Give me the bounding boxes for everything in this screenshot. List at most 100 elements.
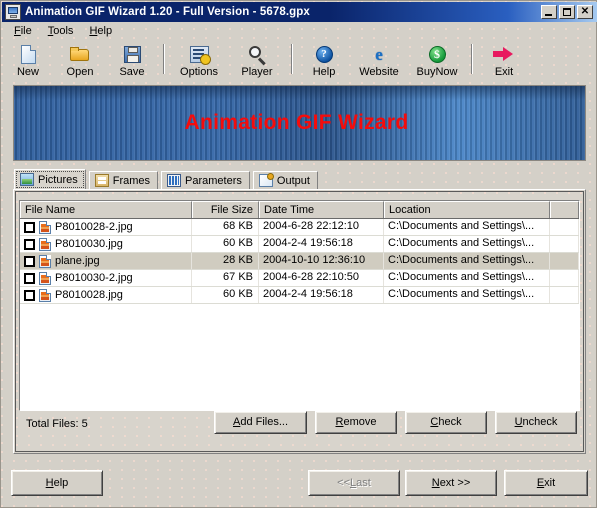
exit-mnemonic: E [536, 476, 545, 489]
cell-file-size: 67 KB [192, 270, 259, 286]
check-mnemonic: C [430, 416, 439, 428]
cell-spacer [550, 253, 579, 269]
toolbar-label-help: Help [312, 66, 336, 78]
pictures-image-icon [20, 173, 34, 186]
cell-location: C:\Documents and Settings\... [384, 236, 550, 252]
new-document-icon [16, 43, 40, 65]
toolbar-label-player: Player [241, 66, 273, 78]
table-row[interactable]: P8010028-2.jpg 68 KB 2004-6-28 22:12:10 … [20, 219, 579, 236]
table-row[interactable]: P8010030-2.jpg 67 KB 2004-6-28 22:10:50 … [20, 270, 579, 287]
file-list[interactable]: File Name File Size Date Time Location P… [19, 200, 580, 411]
tab-frames[interactable]: Frames [88, 171, 159, 190]
cell-location: C:\Documents and Settings\... [384, 287, 550, 303]
tab-output[interactable]: Output [252, 171, 318, 190]
table-row[interactable]: P8010030.jpg 60 KB 2004-2-4 19:56:18 C:\… [20, 236, 579, 253]
options-gear-icon [187, 43, 211, 65]
file-name-text: P8010030.jpg [55, 237, 123, 250]
maximize-button[interactable] [559, 5, 575, 19]
cell-location: C:\Documents and Settings\... [384, 270, 550, 286]
toolbar-label-open: Open [66, 66, 94, 78]
toolbar-button-buynow[interactable]: $ BuyNow [408, 40, 466, 78]
frames-film-icon [94, 174, 109, 187]
cell-file-size: 60 KB [192, 287, 259, 303]
cell-spacer [550, 270, 579, 286]
column-header-date-time[interactable]: Date Time [259, 201, 384, 218]
toolbar-label-exit: Exit [494, 66, 514, 78]
toolbar-button-save[interactable]: Save [106, 40, 158, 78]
file-name-text: P8010028.jpg [55, 288, 123, 301]
file-name-text: P8010028-2.jpg [55, 220, 133, 233]
row-checkbox[interactable] [24, 255, 35, 267]
toolbar-button-exit[interactable]: Exit [478, 40, 530, 78]
file-action-buttons: Add Files... Remove Check Uncheck [214, 411, 577, 434]
column-header-file-size[interactable]: File Size [192, 201, 259, 218]
toolbar-button-options[interactable]: Options [170, 40, 228, 78]
column-header-file-name[interactable]: File Name [20, 201, 192, 218]
image-file-icon [39, 271, 51, 285]
tab-parameters[interactable]: Parameters [161, 171, 250, 190]
row-checkbox[interactable] [24, 289, 35, 301]
toolbar-label-options: Options [180, 66, 218, 78]
toolbar-button-new[interactable]: New [2, 40, 54, 78]
row-checkbox[interactable] [24, 221, 35, 233]
cell-file-name: P8010028.jpg [20, 287, 192, 303]
toolbar-separator-2 [291, 44, 293, 74]
image-file-icon [39, 237, 51, 251]
toolbar-button-help[interactable]: ? Help [298, 40, 350, 78]
monitor-icon [5, 4, 21, 20]
cell-date-time: 2004-10-10 12:36:10 [259, 253, 384, 269]
check-button[interactable]: Check [405, 411, 487, 434]
image-file-icon [39, 220, 51, 234]
file-name-text: P8010030-2.jpg [55, 271, 133, 284]
remove-label: emove [343, 416, 377, 428]
remove-button[interactable]: Remove [315, 411, 397, 434]
row-checkbox[interactable] [24, 272, 35, 284]
toolbar-button-website[interactable]: e Website [350, 40, 408, 79]
menu-help[interactable]: Help [81, 24, 120, 38]
pictures-panel-inner: File Name File Size Date Time Location P… [15, 191, 584, 452]
cell-date-time: 2004-2-4 19:56:18 [259, 287, 384, 303]
output-page-icon [258, 173, 274, 187]
cell-file-name: plane.jpg [20, 253, 192, 269]
toolbar: New Open Save Options Player ? Help e We… [2, 40, 597, 82]
close-button[interactable]: ✕ [577, 5, 593, 19]
image-file-icon [39, 254, 51, 268]
toolbar-button-player[interactable]: Player [228, 40, 286, 78]
window-controls: ✕ [541, 5, 593, 19]
help-question-icon: ? [312, 43, 336, 65]
toolbar-button-open[interactable]: Open [54, 40, 106, 78]
column-header-location[interactable]: Location [384, 201, 550, 218]
banner: Animation GIF Wizard [13, 85, 586, 161]
last-label: ast [356, 476, 371, 489]
table-row[interactable]: P8010028.jpg 60 KB 2004-2-4 19:56:18 C:\… [20, 287, 579, 304]
file-list-body: P8010028-2.jpg 68 KB 2004-6-28 22:12:10 … [20, 219, 579, 304]
help-button[interactable]: Help [11, 470, 103, 496]
column-header-spacer[interactable] [550, 201, 579, 218]
menu-bar: File Tools Help [2, 22, 597, 40]
menu-file[interactable]: File [6, 24, 40, 38]
minimize-button[interactable] [541, 5, 557, 19]
row-checkbox[interactable] [24, 238, 35, 250]
add-files-button[interactable]: Add Files... [214, 411, 307, 434]
wizard-navigation: Help << Last Next >> Exit [2, 456, 597, 507]
image-file-icon [39, 288, 51, 302]
window-title: Animation GIF Wizard 1.20 - Full Version… [25, 6, 310, 18]
next-button[interactable]: Next >> [405, 470, 497, 496]
dollar-coin-icon: $ [425, 43, 449, 65]
exit-button[interactable]: Exit [504, 470, 588, 496]
cell-location: C:\Documents and Settings\... [384, 253, 550, 269]
tab-strip: Pictures Frames Parameters Output [14, 169, 585, 190]
tab-pictures[interactable]: Pictures [14, 169, 86, 190]
table-row[interactable]: plane.jpg 28 KB 2004-10-10 12:36:10 C:\D… [20, 253, 579, 270]
check-label: heck [438, 416, 462, 428]
uncheck-button[interactable]: Uncheck [495, 411, 577, 434]
tab-pictures-label: Pictures [38, 173, 78, 186]
exit-arrow-icon [492, 43, 516, 65]
help-label: elp [53, 476, 69, 489]
add-files-mnemonic: A [232, 416, 241, 428]
exit-label: xit [544, 476, 556, 489]
file-list-header: File Name File Size Date Time Location [20, 201, 579, 219]
cell-file-name: P8010028-2.jpg [20, 219, 192, 235]
last-button[interactable]: << Last [308, 470, 400, 496]
menu-tools[interactable]: Tools [40, 24, 82, 38]
